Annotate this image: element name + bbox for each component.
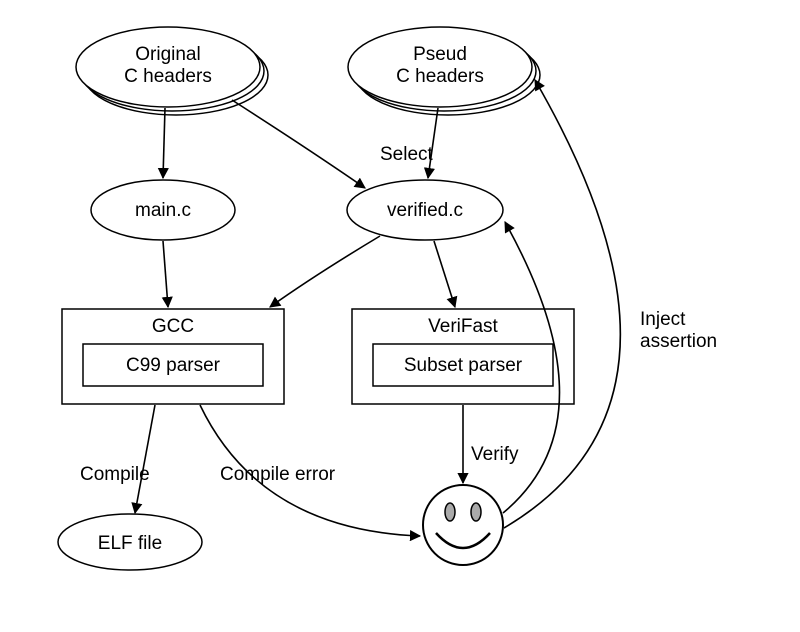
edge-main-to-gcc [163,241,168,307]
label-compile-error: Compile error [220,464,336,485]
label-inject-line1: Inject [640,309,686,330]
verifast-title: VeriFast [428,316,498,337]
pseud-headers-line1: Pseud [413,44,467,65]
verifast-inner: Subset parser [404,355,523,376]
main-c-label: main.c [135,200,191,221]
gcc-inner: C99 parser [126,355,221,376]
label-inject-line2: assertion [640,331,717,352]
edge-smiley-to-pseud [504,80,620,528]
edge-orig-to-verified [232,100,365,188]
gcc-title: GCC [152,316,194,337]
node-verifast: VeriFast Subset parser [352,309,574,404]
orig-headers-line2: C headers [124,66,212,87]
edge-gcc-to-elf [135,405,155,513]
node-main-c: main.c [91,180,235,240]
edge-pseud-to-verified [428,108,438,178]
edge-orig-to-main [163,108,165,178]
pseud-headers-line2: C headers [396,66,484,87]
node-pseud-c-headers: Pseud C headers [348,27,540,115]
label-verify: Verify [471,444,519,465]
orig-headers-line1: Original [135,44,200,65]
verified-c-label: verified.c [387,200,463,221]
node-verified-c: verified.c [347,180,503,240]
node-original-c-headers: Original C headers [76,27,268,115]
elf-label: ELF file [98,533,162,554]
node-elf-file: ELF file [58,514,202,570]
edge-verified-to-gcc [270,236,380,307]
verification-workflow-diagram: Original C headers Pseud C headers main.… [0,0,800,632]
node-gcc: GCC C99 parser [62,309,284,404]
edge-verified-to-verifast [434,241,455,307]
label-compile: Compile [80,464,150,485]
label-select: Select [380,144,434,165]
smiley-icon [423,485,503,565]
